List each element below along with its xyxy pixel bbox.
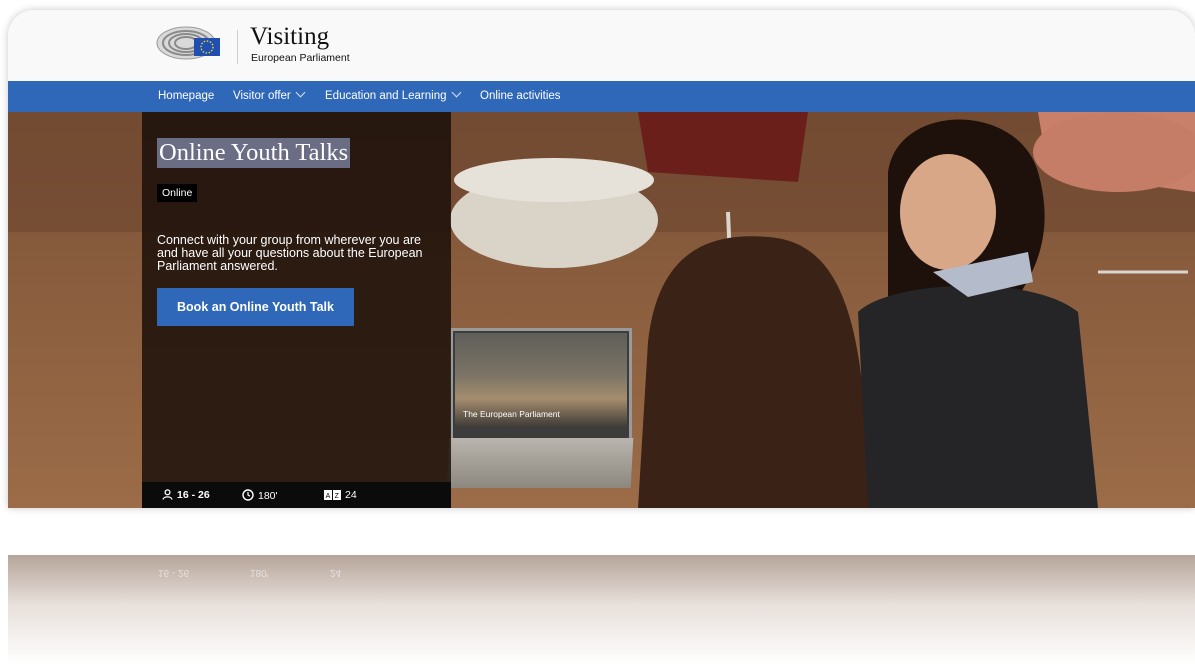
languages-value: 24 <box>345 489 357 501</box>
laptop-screen: The European Parliament <box>450 328 632 443</box>
laptop-caption: The European Parliament <box>463 409 560 419</box>
chevron-down-icon <box>451 87 461 98</box>
site-subtitle: European Parliament <box>251 52 350 64</box>
nav-item-label: Visitor offer <box>233 90 291 102</box>
duration-value: 180' <box>258 490 278 502</box>
main-nav: Homepage Visitor offer Education and Lea… <box>8 81 1195 113</box>
nav-item-visitor-offer[interactable]: Visitor offer <box>233 87 306 102</box>
site-header: Visiting European Parliament <box>8 10 1195 81</box>
logo-divider <box>237 30 238 64</box>
hero-description: Connect with your group from wherever yo… <box>157 233 423 274</box>
nav-item-online-activities[interactable]: Online activities <box>480 90 561 102</box>
reflection-duration-text: 180' <box>250 567 269 578</box>
languages-icon: A Z <box>324 490 341 500</box>
book-online-youth-talk-button[interactable]: Book an Online Youth Talk <box>157 288 354 326</box>
svg-text:Z: Z <box>335 493 340 500</box>
parliament-logo-icon[interactable] <box>156 24 222 60</box>
duration-stat: 180' <box>242 489 278 502</box>
hero-info-panel: Online Youth Talks Online Connect with y… <box>142 112 451 508</box>
reflection-languages-text: 24 <box>330 567 342 578</box>
age-range-stat: 16 - 26 <box>162 489 210 501</box>
site-title[interactable]: Visiting <box>250 24 329 49</box>
hero-banner: The European Parliament Online Youth Tal… <box>8 112 1195 508</box>
nav-item-label: Homepage <box>158 90 215 102</box>
nav-item-label: Online activities <box>480 90 561 102</box>
laptop-keyboard <box>446 438 634 488</box>
mirror-reflection: 16 - 26 180' 24 <box>8 555 1195 665</box>
nav-item-label: Education and Learning <box>325 90 447 102</box>
age-range-value: 16 - 26 <box>177 489 210 501</box>
nav-item-homepage[interactable]: Homepage <box>158 90 214 102</box>
person-icon <box>162 489 173 500</box>
hero-title: Online Youth Talks <box>157 138 351 168</box>
browser-frame: Visiting European Parliament Homepage Vi… <box>8 10 1195 508</box>
clock-icon <box>242 489 254 501</box>
format-badge: Online <box>157 184 198 202</box>
reflection-age-text: 16 - 26 <box>158 567 190 578</box>
languages-stat: A Z 24 <box>324 489 357 501</box>
chevron-down-icon <box>295 87 306 98</box>
nav-item-education-and-learning[interactable]: Education and Learning <box>325 87 461 102</box>
activity-stats-bar: 16 - 26 180' A Z 24 <box>142 482 451 508</box>
svg-text:A: A <box>326 493 331 500</box>
